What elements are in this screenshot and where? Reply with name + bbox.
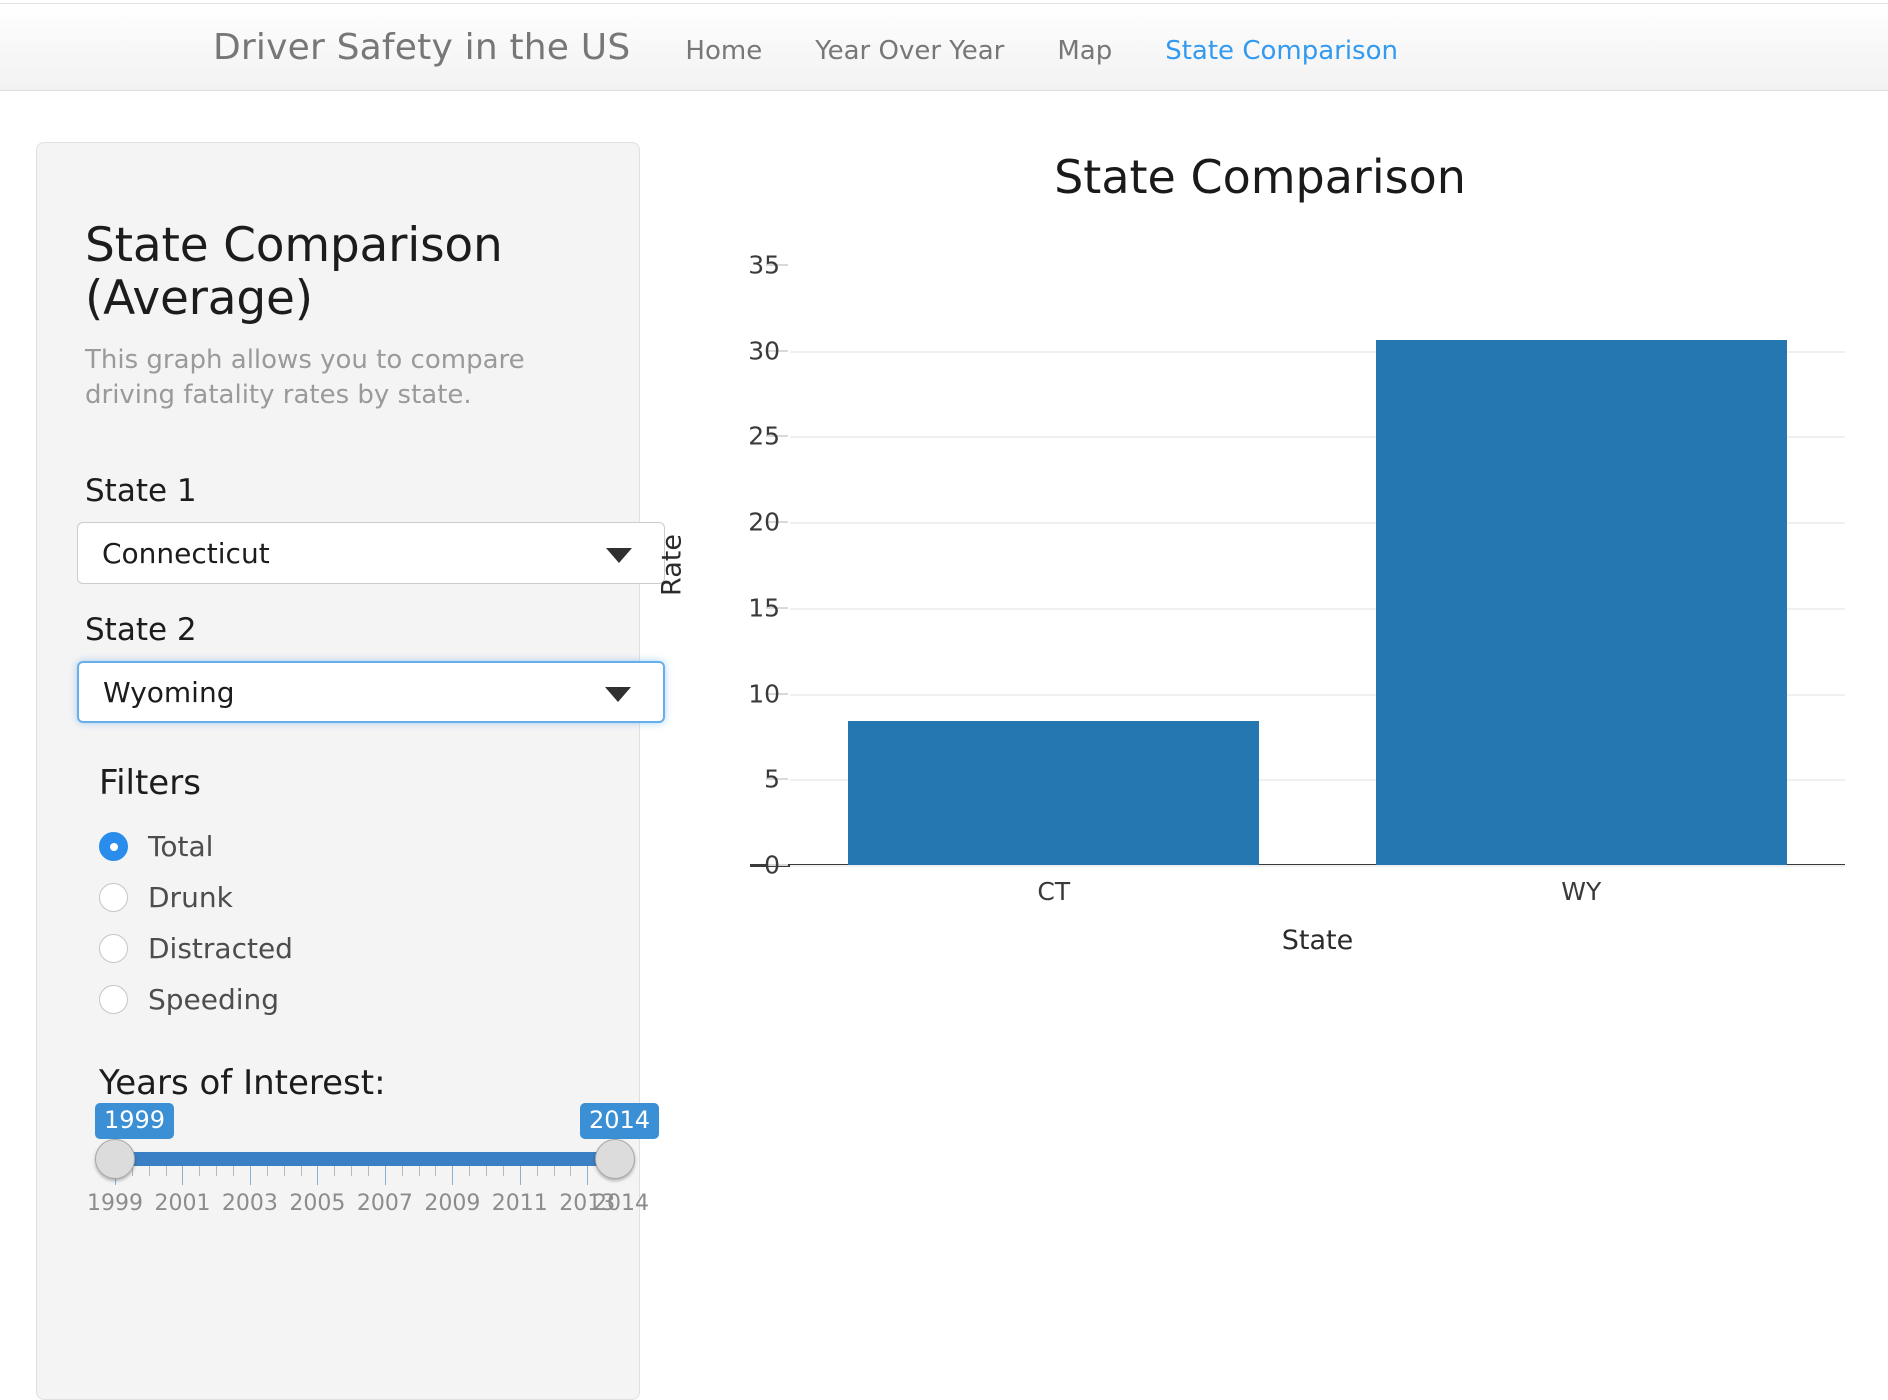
slider-year-label: 2005 [289,1191,346,1217]
slider-tick [334,1166,336,1177]
slider-tick [486,1166,488,1177]
y-tick-label: 0 [764,850,780,880]
y-tick-label: 25 [748,421,780,451]
slider-tick [266,1166,268,1177]
state1-select[interactable]: Connecticut [77,522,665,585]
state2-label: State 2 [85,612,197,649]
slider-year-label: 1999 [87,1191,143,1217]
slider-tick [216,1166,218,1177]
app-page: Driver Safety in the US Home Year Over Y… [0,0,1888,1400]
slider-ticks [115,1166,622,1186]
app-brand-title: Driver Safety in the US [213,26,631,68]
filter-label-speeding: Speeding [148,983,280,1017]
y-tick-label: 35 [748,250,780,280]
nav-link-map[interactable]: Map [1057,36,1112,66]
filters-heading: Filters [99,763,201,804]
x-axis-label: State [1281,925,1354,956]
bar-ct [848,721,1260,865]
y-axis-label: Rate [656,534,688,596]
filter-label-total: Total [148,830,214,864]
slider-tick [553,1166,555,1177]
radio-icon[interactable] [99,883,128,913]
nav-link-year-over-year[interactable]: Year Over Year [815,36,1004,66]
slider-year-label: 2014 [593,1191,649,1217]
filter-option-distracted[interactable]: Distracted [99,923,613,974]
state1-label: State 1 [85,473,197,510]
nav-link-home[interactable]: Home [685,36,762,66]
slider-bubble-high: 2014 [580,1103,660,1140]
slider-tick [570,1166,572,1177]
slider-tick [368,1166,369,1177]
state2-select[interactable]: Wyoming [77,661,665,724]
chart-plot-area: Rate 0 5 10 15 20 25 30 35 CT WY [657,251,1845,906]
filter-option-drunk[interactable]: Drunk [99,872,613,923]
y-tick-label: 15 [748,593,780,623]
slider-tick [249,1166,251,1186]
state2-selected-value: Wyoming [103,675,235,709]
chevron-down-icon [605,687,631,703]
slider-year-label: 2003 [221,1191,278,1217]
filter-label-distracted: Distracted [148,932,293,966]
slider-tick [519,1166,521,1186]
slider-year-labels: 1999 2001 2003 2005 2007 2009 2011 2013 2014 [87,1191,649,1221]
slider-fill [115,1152,621,1167]
slider-tick [233,1166,235,1177]
slider-tick [300,1166,302,1177]
radio-icon[interactable] [99,934,128,964]
slider-handle-high[interactable] [595,1139,635,1180]
slider-tick [182,1166,184,1186]
state-comparison-chart: State Comparison Rate 0 5 10 15 20 25 30 35 CT WY… [657,150,1860,1050]
slider-tick [587,1166,589,1186]
slider-tick [199,1166,201,1177]
filter-option-speeding[interactable]: Speeding [99,974,613,1025]
slider-year-label: 2001 [154,1191,211,1217]
bar-wy [1375,340,1787,865]
slider-tick [452,1166,454,1186]
slider-year-label: 2011 [491,1191,548,1217]
panel-description: This graph allows you to compare driving… [85,345,525,411]
y-tick-label: 10 [748,679,780,709]
chart-title: State Comparison [1054,150,1466,204]
gridline [790,865,1845,867]
x-tick-label: WY [1561,877,1602,906]
years-range-slider[interactable]: 1999 2014 1999 2001 2003 2005 2007 2009 2011 20… [87,1103,660,1223]
state1-selected-value: Connecticut [102,536,270,570]
filter-label-drunk: Drunk [148,881,233,915]
slider-tick [502,1166,504,1177]
slider-year-label: 2007 [356,1191,413,1217]
slider-tick [418,1166,420,1177]
slider-tick [384,1166,386,1186]
slider-tick [536,1166,538,1177]
navbar-links: Home Year Over Year Map State Comparison [685,36,1398,66]
slider-tick [469,1166,471,1177]
slider-tick [148,1166,150,1177]
sidebar-panel: State Comparison (Average) This graph al… [36,142,665,1400]
years-heading: Years of Interest: [99,1063,386,1104]
slider-tick [283,1166,285,1177]
nav-link-state-comparison[interactable]: State Comparison [1165,36,1398,66]
navbar-inner: Driver Safety in the US Home Year Over Y… [0,27,1398,68]
top-navbar: Driver Safety in the US Home Year Over Y… [0,3,1888,91]
panel-title: State Comparison (Average) [85,218,503,326]
filter-option-total[interactable]: Total [99,821,613,872]
y-tick-label: 30 [748,336,780,366]
radio-icon[interactable] [99,832,128,862]
slider-tick [165,1166,167,1177]
chevron-down-icon [606,548,632,564]
radio-icon[interactable] [99,985,128,1015]
x-tick-label: CT [1037,877,1071,906]
slider-tick [317,1166,319,1186]
y-tick-label: 5 [764,764,780,794]
slider-tick [435,1166,437,1177]
slider-year-label: 2009 [424,1191,481,1217]
slider-bubble-low: 1999 [95,1103,175,1140]
slider-tick [401,1166,403,1177]
y-tick-label: 20 [748,507,780,537]
slider-tick [351,1166,353,1177]
